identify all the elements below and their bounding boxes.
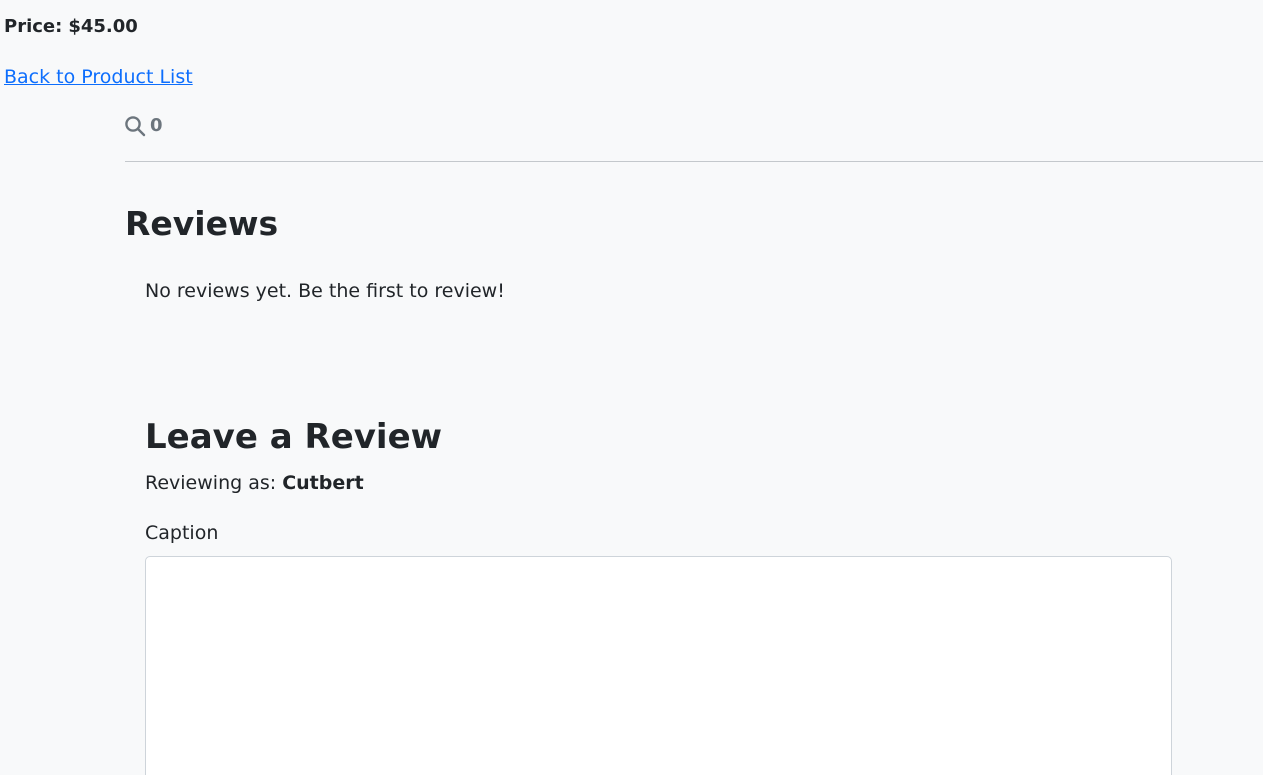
leave-review-heading: Leave a Review [145, 417, 443, 457]
no-reviews-message: No reviews yet. Be the first to review! [145, 280, 505, 302]
caption-label: Caption [145, 522, 219, 544]
product-price: Price: $45.00 [4, 14, 138, 40]
search-button[interactable]: 0 [124, 114, 163, 138]
price-label: Price: [4, 16, 63, 37]
reviews-heading: Reviews [125, 204, 279, 243]
back-to-product-list-link[interactable]: Back to Product List [4, 64, 193, 90]
search-count: 0 [150, 115, 163, 136]
section-divider [125, 161, 1263, 162]
price-value: $45.00 [68, 16, 138, 37]
reviewing-as: Reviewing as: Cutbert [145, 470, 364, 496]
product-detail-page: Price: $45.00 Back to Product List 0 Revi… [0, 0, 1263, 775]
caption-input[interactable] [145, 556, 1172, 775]
reviewing-as-label: Reviewing as: [145, 472, 277, 494]
search-icon [124, 115, 146, 137]
reviewer-username: Cutbert [282, 472, 364, 494]
